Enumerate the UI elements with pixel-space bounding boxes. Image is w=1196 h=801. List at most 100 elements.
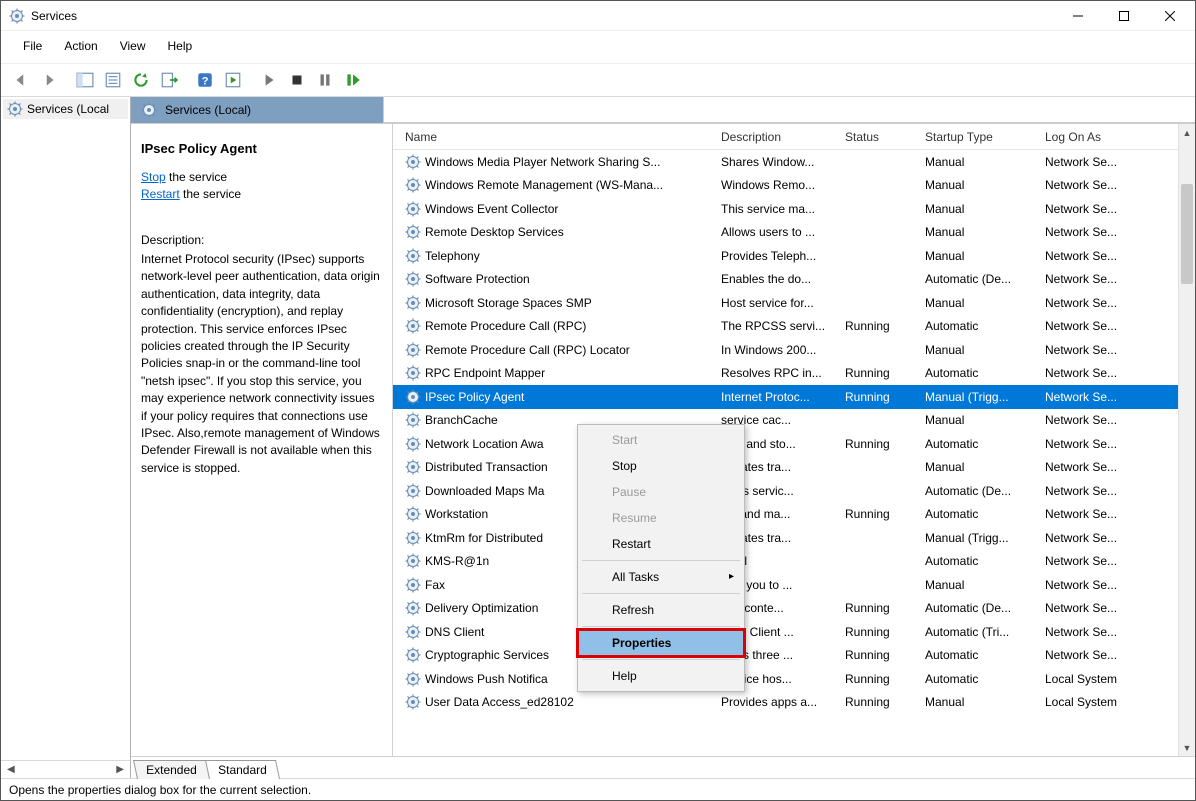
- row-logon: Network Se...: [1039, 413, 1139, 427]
- table-row[interactable]: Delivery Optimizationrms conte...Running…: [393, 597, 1178, 621]
- pause-service-button[interactable]: [311, 67, 339, 93]
- row-status: Running: [839, 390, 919, 404]
- row-name: User Data Access_ed28102: [425, 695, 574, 709]
- stop-link[interactable]: Stop: [141, 170, 166, 184]
- table-row[interactable]: Workstationtes and ma...RunningAutomatic…: [393, 503, 1178, 527]
- col-status[interactable]: Status: [839, 130, 919, 144]
- scroll-down-icon[interactable]: ▼: [1179, 739, 1195, 756]
- refresh-button[interactable]: [127, 67, 155, 93]
- stop-service-button[interactable]: [283, 67, 311, 93]
- ctx-help[interactable]: Help: [578, 663, 744, 689]
- row-name: BranchCache: [425, 413, 498, 427]
- restart-service-button[interactable]: [339, 67, 367, 93]
- table-row[interactable]: RPC Endpoint MapperResolves RPC in...Run…: [393, 362, 1178, 386]
- table-row[interactable]: Faxbles you to ...ManualNetwork Se...: [393, 573, 1178, 597]
- scroll-thumb[interactable]: [1181, 184, 1193, 284]
- scroll-right-icon[interactable]: ▶: [112, 764, 128, 775]
- services-list: Name Description Status Startup Type Log…: [393, 124, 1178, 756]
- export-button[interactable]: [155, 67, 183, 93]
- menu-view[interactable]: View: [110, 35, 156, 57]
- row-desc: Host service for...: [715, 296, 839, 310]
- table-row[interactable]: KtmRm for Distributedrdinates tra...Manu…: [393, 526, 1178, 550]
- row-status: Running: [839, 695, 919, 709]
- table-row[interactable]: Remote Procedure Call (RPC)The RPCSS ser…: [393, 315, 1178, 339]
- table-row[interactable]: Remote Procedure Call (RPC) LocatorIn Wi…: [393, 338, 1178, 362]
- ctx-properties[interactable]: Properties: [578, 630, 744, 656]
- table-row[interactable]: Downloaded Maps Madows servic...Automati…: [393, 479, 1178, 503]
- table-row[interactable]: KMS-R@1nFinalAutomaticNetwork Se...: [393, 550, 1178, 574]
- minimize-button[interactable]: [1055, 1, 1101, 31]
- maximize-button[interactable]: [1101, 1, 1147, 31]
- gear-icon: [141, 102, 157, 118]
- column-headers: Name Description Status Startup Type Log…: [393, 124, 1178, 150]
- table-row[interactable]: IPsec Policy AgentInternet Protoc...Runn…: [393, 385, 1178, 409]
- row-startup: Manual: [919, 202, 1039, 216]
- restart-link[interactable]: Restart: [141, 187, 180, 201]
- vertical-scrollbar[interactable]: ▲ ▼: [1178, 124, 1195, 756]
- row-status: Running: [839, 648, 919, 662]
- row-name: Remote Procedure Call (RPC) Locator: [425, 343, 630, 357]
- back-button[interactable]: [7, 67, 35, 93]
- ctx-restart[interactable]: Restart: [578, 531, 744, 557]
- row-logon: Network Se...: [1039, 460, 1139, 474]
- details-pane: IPsec Policy Agent Stop the service Rest…: [131, 124, 393, 756]
- action-button[interactable]: [219, 67, 247, 93]
- table-row[interactable]: Cryptographic Servicesvides three ...Run…: [393, 644, 1178, 668]
- row-logon: Local System: [1039, 695, 1139, 709]
- forward-button[interactable]: [35, 67, 63, 93]
- menu-help[interactable]: Help: [158, 35, 203, 57]
- show-hide-tree-button[interactable]: [71, 67, 99, 93]
- properties-button[interactable]: [99, 67, 127, 93]
- title-bar: Services: [1, 1, 1195, 31]
- ctx-alltasks[interactable]: All Tasks▸: [578, 564, 744, 590]
- scroll-left-icon[interactable]: ◀: [3, 764, 19, 775]
- row-status: Running: [839, 601, 919, 615]
- row-logon: Network Se...: [1039, 225, 1139, 239]
- table-row[interactable]: Windows Push Notificaservice hos...Runni…: [393, 667, 1178, 691]
- ctx-stop[interactable]: Stop: [578, 453, 744, 479]
- row-name: Windows Media Player Network Sharing S..…: [425, 155, 660, 169]
- table-row[interactable]: BranchCacheservice cac...ManualNetwork S…: [393, 409, 1178, 433]
- table-row[interactable]: DNS ClientDNS Client ...RunningAutomatic…: [393, 620, 1178, 644]
- menu-file[interactable]: File: [13, 35, 52, 57]
- gear-icon: [405, 295, 421, 311]
- table-row[interactable]: Microsoft Storage Spaces SMPHost service…: [393, 291, 1178, 315]
- ctx-refresh[interactable]: Refresh: [578, 597, 744, 623]
- table-row[interactable]: Windows Event CollectorThis service ma..…: [393, 197, 1178, 221]
- tree-root[interactable]: Services (Local: [3, 99, 128, 119]
- table-row[interactable]: Software ProtectionEnables the do...Auto…: [393, 268, 1178, 292]
- start-service-button[interactable]: [255, 67, 283, 93]
- panel-header-label: Services (Local): [165, 103, 251, 117]
- row-name: Telephony: [425, 249, 480, 263]
- col-logon[interactable]: Log On As: [1039, 130, 1139, 144]
- stop-suffix: the service: [166, 170, 227, 184]
- table-row[interactable]: Windows Media Player Network Sharing S..…: [393, 150, 1178, 174]
- menu-action[interactable]: Action: [54, 35, 107, 57]
- table-row[interactable]: User Data Access_ed28102Provides apps a.…: [393, 691, 1178, 715]
- gear-icon: [405, 459, 421, 475]
- table-row[interactable]: TelephonyProvides Teleph...ManualNetwork…: [393, 244, 1178, 268]
- tab-strip: Extended Standard: [131, 756, 1195, 778]
- scroll-up-icon[interactable]: ▲: [1179, 124, 1195, 141]
- tree-hscroll[interactable]: ◀ ▶: [1, 760, 130, 778]
- row-startup: Manual: [919, 695, 1039, 709]
- status-text: Opens the properties dialog box for the …: [9, 783, 311, 797]
- table-row[interactable]: Remote Desktop ServicesAllows users to .…: [393, 221, 1178, 245]
- table-row[interactable]: Distributed Transactionrdinates tra...Ma…: [393, 456, 1178, 480]
- col-name[interactable]: Name: [399, 130, 715, 144]
- col-description[interactable]: Description: [715, 130, 839, 144]
- help-button[interactable]: ?: [191, 67, 219, 93]
- close-button[interactable]: [1147, 1, 1193, 31]
- row-name: Remote Desktop Services: [425, 225, 564, 239]
- row-logon: Network Se...: [1039, 366, 1139, 380]
- col-startup[interactable]: Startup Type: [919, 130, 1039, 144]
- gear-icon: [405, 177, 421, 193]
- tab-standard[interactable]: Standard: [205, 760, 280, 779]
- row-logon: Network Se...: [1039, 178, 1139, 192]
- tab-extended[interactable]: Extended: [133, 760, 210, 779]
- table-row[interactable]: Windows Remote Management (WS-Mana...Win…: [393, 174, 1178, 198]
- row-logon: Network Se...: [1039, 272, 1139, 286]
- row-startup: Automatic (Tri...: [919, 625, 1039, 639]
- gear-icon: [405, 671, 421, 687]
- table-row[interactable]: Network Location Awaects and sto...Runni…: [393, 432, 1178, 456]
